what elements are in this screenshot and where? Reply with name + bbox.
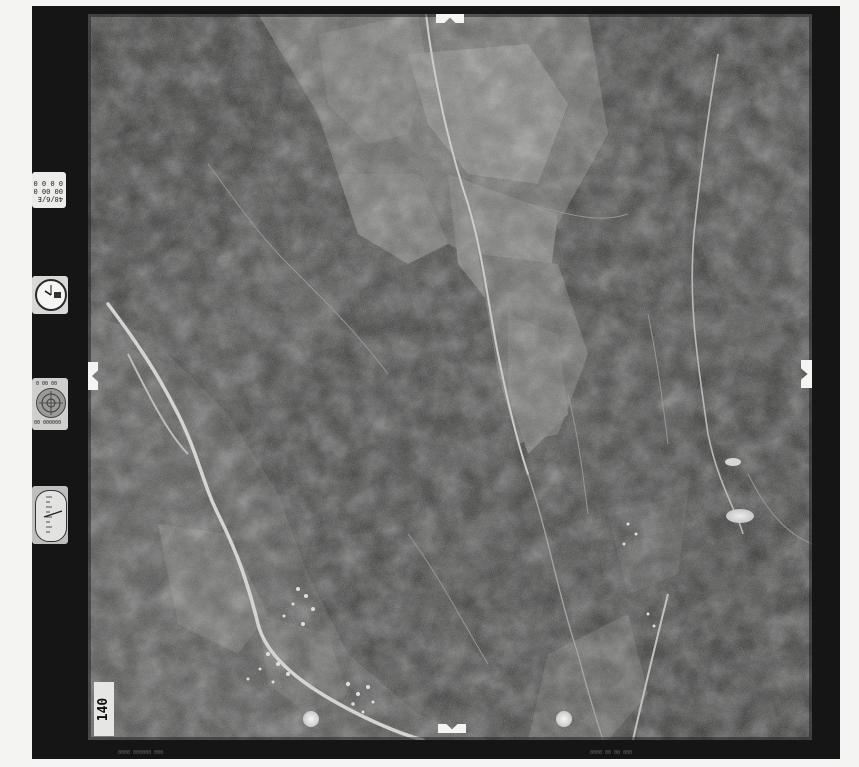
edge-text-right: 0000 00 00 000 xyxy=(590,750,633,756)
altimeter-instrument: 0 00 00 00 000000 xyxy=(32,378,68,430)
data-label-card: 48/6/E 00 00 0 0 0 0 0 xyxy=(32,172,66,208)
frame-number: 140 xyxy=(94,682,114,736)
data-label-text: 48/6/E 00 00 0 0 0 0 0 xyxy=(33,179,63,203)
frame-number-text: 140 xyxy=(96,697,112,721)
altimeter-label-top: 0 00 00 xyxy=(36,381,58,387)
counter-instrument xyxy=(32,486,68,544)
counter-dial-icon xyxy=(35,490,67,542)
altimeter-label-bottom: 00 000000 xyxy=(34,420,62,426)
edge-text-left: 0000 000000 000 xyxy=(118,750,164,756)
level-bubble-icon xyxy=(36,388,66,418)
aerial-photo xyxy=(88,14,812,740)
clock-instrument xyxy=(32,276,68,314)
clock-icon xyxy=(35,279,67,311)
